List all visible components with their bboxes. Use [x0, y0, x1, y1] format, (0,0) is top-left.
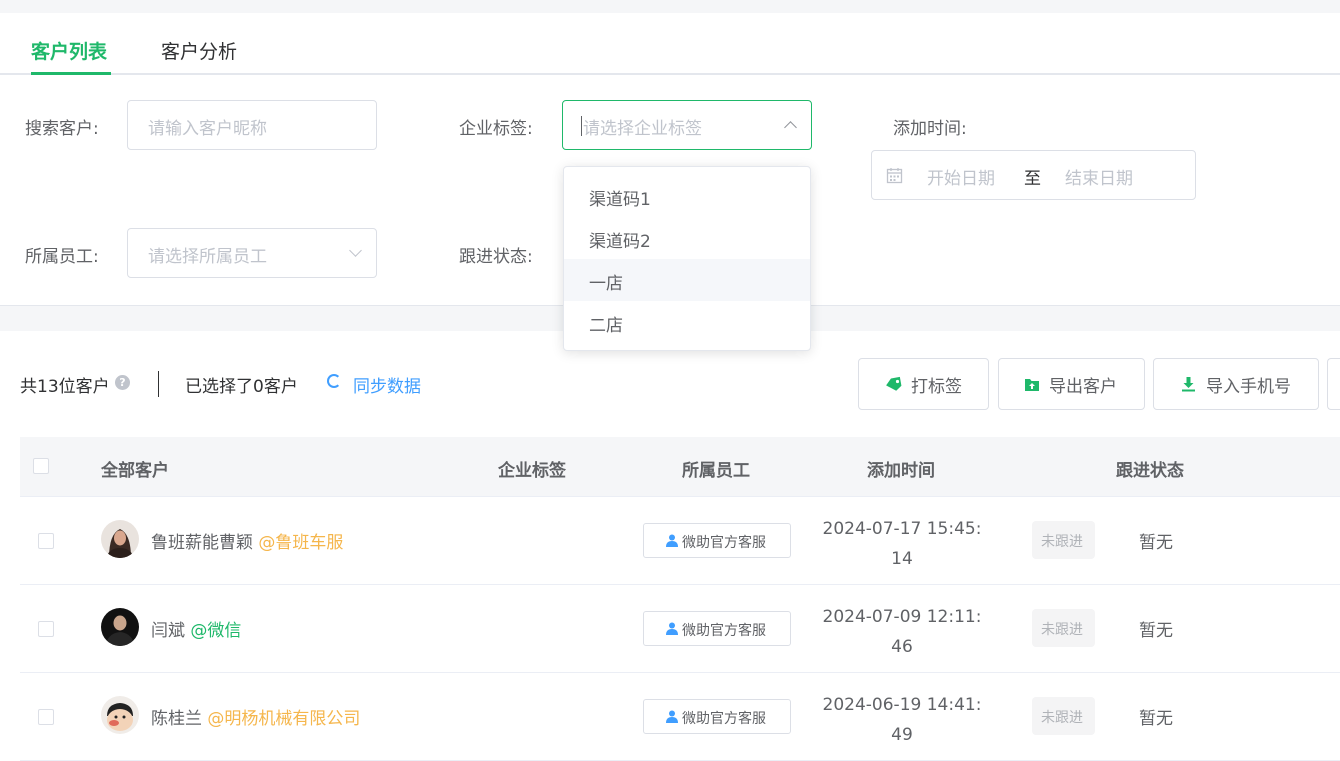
tag-option-label: 渠道码2: [589, 232, 651, 252]
start-date-input[interactable]: 开始日期: [927, 164, 995, 189]
tab-bar: 客户列表 客户分析: [0, 13, 1340, 75]
question-icon[interactable]: ?: [115, 375, 130, 390]
header-time: 添加时间: [867, 461, 935, 481]
refresh-icon[interactable]: [327, 374, 341, 388]
add-time: 2024-06-19 14:41:49: [822, 695, 982, 745]
tag-select[interactable]: 请选择企业标签: [562, 100, 812, 150]
tag-dropdown-menu: 渠道码1 渠道码2 一店 二店: [563, 166, 811, 351]
follow-status: 暂无: [1139, 533, 1173, 553]
tag-option-label: 一店: [589, 274, 623, 294]
tag-select-placeholder: 请选择企业标签: [583, 119, 702, 139]
export-button-label: 导出客户: [1049, 377, 1117, 397]
date-range-picker[interactable]: 开始日期 至 结束日期: [871, 150, 1196, 200]
tag-option-qudaoma2[interactable]: 渠道码2: [564, 217, 810, 259]
staff-name: 微助官方客服: [682, 711, 766, 727]
chevron-up-icon: [784, 121, 797, 134]
customer-nickname: 闫斌: [151, 621, 185, 641]
sync-data-link[interactable]: 同步数据: [353, 372, 421, 397]
table-row[interactable]: 陈桂兰 @明杨机械有限公司 微助官方客服 2024-06-19 14:41:49…: [20, 673, 1340, 761]
export-icon: [1025, 379, 1039, 391]
header-staff: 所属员工: [682, 461, 750, 481]
tag-option-erdian[interactable]: 二店: [564, 301, 810, 343]
customer-corp: @明杨机械有限公司: [207, 709, 361, 729]
follow-badge-label: 未跟进: [1041, 622, 1083, 638]
add-time: 2024-07-17 15:45:14: [822, 519, 982, 569]
header-customer: 全部客户: [101, 461, 169, 481]
staff-name: 微助官方客服: [682, 535, 766, 551]
search-label: 搜索客户:: [25, 119, 99, 139]
tab-customer-analysis[interactable]: 客户分析: [161, 37, 237, 64]
customer-nickname: 陈桂兰: [151, 709, 202, 729]
staff-select-placeholder: 请选择所属员工: [148, 247, 267, 267]
follow-badge-label: 未跟进: [1041, 534, 1083, 550]
text-caret: [581, 116, 582, 136]
calendar-icon: [886, 168, 903, 184]
customer-corp: @微信: [190, 621, 242, 641]
header-tags: 企业标签: [498, 461, 566, 481]
row-checkbox[interactable]: [38, 709, 54, 725]
staff-select[interactable]: 请选择所属员工: [127, 228, 377, 278]
export-customers-button[interactable]: 导出客户: [998, 358, 1145, 410]
vertical-divider: [158, 371, 159, 397]
follow-status: 暂无: [1139, 621, 1173, 641]
staff-tag: 微助官方客服: [643, 699, 791, 734]
customer-name: 鲁班薪能曹颖 @鲁班车服: [151, 528, 343, 553]
user-icon: [666, 534, 678, 547]
follow-badge-label: 未跟进: [1041, 710, 1083, 726]
avatar: [101, 608, 139, 646]
staff-tag: 微助官方客服: [643, 611, 791, 646]
staff-name: 微助官方客服: [682, 623, 766, 639]
add-time-label: 添加时间:: [893, 119, 967, 139]
table-row[interactable]: 闫斌 @微信 微助官方客服 2024-07-09 12:11:46 未跟进 暂无: [20, 585, 1340, 673]
import-phones-button[interactable]: 导入手机号: [1153, 358, 1319, 410]
tag-option-qudaoma1[interactable]: 渠道码1: [564, 175, 810, 217]
tab-customer-list[interactable]: 客户列表: [31, 37, 107, 64]
customer-name: 闫斌 @微信: [151, 616, 241, 641]
tag-button-label: 打标签: [911, 377, 962, 397]
customer-name: 陈桂兰 @明杨机械有限公司: [151, 704, 360, 729]
customer-nickname: 鲁班薪能曹颖: [151, 533, 253, 553]
search-placeholder: 请输入客户昵称: [148, 119, 267, 139]
tag-option-label: 渠道码1: [589, 190, 651, 210]
chevron-down-icon: [349, 244, 362, 257]
table-header: 全部客户 企业标签 所属员工 添加时间 跟进状态: [20, 437, 1340, 497]
range-separator: 至: [1024, 169, 1041, 189]
user-icon: [666, 622, 678, 635]
active-tab-indicator: [31, 72, 111, 75]
row-checkbox[interactable]: [38, 621, 54, 637]
follow-status-label: 跟进状态:: [459, 247, 533, 267]
tag-icon: [886, 376, 902, 391]
user-icon: [666, 710, 678, 723]
header-status: 跟进状态: [1116, 461, 1184, 481]
add-time: 2024-07-09 12:11:46: [822, 607, 982, 657]
row-checkbox[interactable]: [38, 533, 54, 549]
follow-status: 暂无: [1139, 709, 1173, 729]
follow-badge: 未跟进: [1032, 609, 1095, 647]
download-icon: [1182, 377, 1195, 392]
tag-option-label: 二店: [589, 316, 623, 336]
total-count: 共13位客户: [20, 377, 110, 397]
table-row[interactable]: 鲁班薪能曹颖 @鲁班车服 微助官方客服 2024-07-17 15:45:14 …: [20, 497, 1340, 585]
select-all-checkbox[interactable]: [33, 458, 49, 474]
import-button-label: 导入手机号: [1206, 377, 1291, 397]
more-actions-button[interactable]: [1327, 358, 1340, 410]
tag-filter-label: 企业标签:: [459, 119, 533, 139]
tag-button[interactable]: 打标签: [858, 358, 989, 410]
selected-count: 已选择了0客户: [185, 377, 298, 397]
top-strip: [0, 0, 1340, 13]
staff-filter-label: 所属员工:: [25, 247, 99, 267]
staff-tag: 微助官方客服: [643, 523, 791, 558]
tag-option-yidian[interactable]: 一店: [564, 259, 810, 301]
search-input[interactable]: 请输入客户昵称: [127, 100, 377, 150]
avatar: [101, 520, 139, 558]
follow-badge: 未跟进: [1032, 521, 1095, 559]
customer-corp: @鲁班车服: [258, 533, 344, 553]
follow-badge: 未跟进: [1032, 697, 1095, 735]
avatar: [101, 696, 139, 734]
end-date-input[interactable]: 结束日期: [1065, 164, 1133, 189]
